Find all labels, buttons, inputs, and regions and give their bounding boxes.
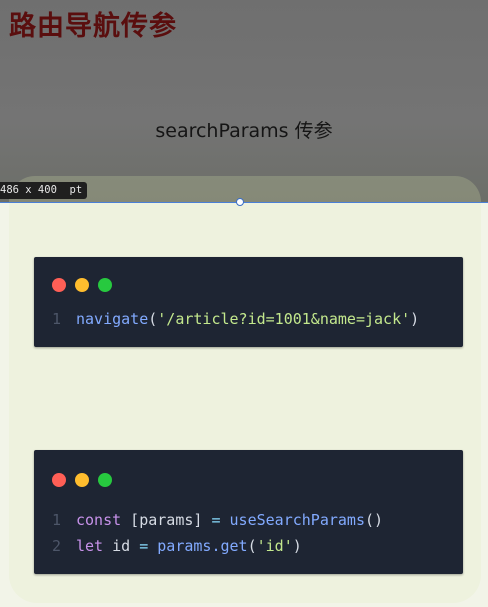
maximize-dot-icon: [98, 278, 112, 292]
close-dot-icon: [52, 473, 66, 487]
code-line: 1 navigate('/article?id=1001&name=jack'): [52, 310, 419, 328]
code-token-identifier: id: [103, 537, 140, 555]
minimize-dot-icon: [75, 278, 89, 292]
window-controls: [52, 473, 121, 487]
code-token-paren: (): [365, 511, 384, 529]
window-controls: [52, 278, 121, 292]
line-number: 1: [52, 310, 62, 328]
code-window-navigate: 1 navigate('/article?id=1001&name=jack'): [34, 257, 463, 347]
code-token-string: 'id': [256, 537, 293, 555]
line-number: 1: [52, 511, 62, 529]
code-token-identifier: [params]: [121, 511, 212, 529]
close-dot-icon: [52, 278, 66, 292]
code-token-paren: ): [292, 537, 302, 555]
selection-boundary-line: [0, 202, 488, 203]
resize-handle[interactable]: [236, 198, 244, 206]
slide-header-area: 路由导航传参 searchParams 传参: [0, 0, 488, 202]
code-token-object: params.: [148, 537, 221, 555]
code-token-keyword: let: [76, 537, 104, 555]
code-window-search-params: 1 const [params] = useSearchParams() 2 let …: [34, 450, 463, 574]
code-line: 2 let id = params.get('id'): [52, 533, 383, 559]
code-token-function: get: [220, 537, 248, 555]
code-token-operator: =: [139, 537, 149, 555]
maximize-dot-icon: [98, 473, 112, 487]
code-block: 1 const [params] = useSearchParams() 2 let …: [52, 507, 383, 559]
code-token-paren: (: [247, 537, 257, 555]
code-token-operator: =: [211, 511, 221, 529]
code-line: 1 const [params] = useSearchParams(): [52, 507, 383, 533]
code-token-paren: (: [148, 310, 158, 328]
code-token-keyword: const: [76, 511, 122, 529]
slide-subtitle: searchParams 传参: [155, 120, 333, 142]
line-number: 2: [52, 537, 62, 555]
code-token-function: useSearchParams: [220, 511, 365, 529]
code-token-function: navigate: [76, 310, 149, 328]
page-title: 路由导航传参: [9, 11, 177, 42]
code-token-paren: ): [410, 310, 420, 328]
code-token-string: '/article?id=1001&name=jack': [157, 310, 411, 328]
minimize-dot-icon: [75, 473, 89, 487]
frame-size-label: 486 x 400 pt: [0, 182, 88, 199]
